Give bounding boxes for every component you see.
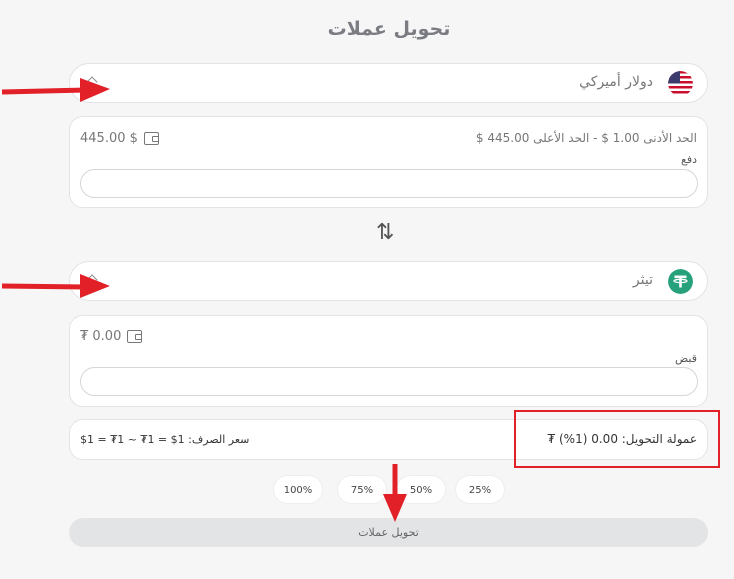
from-currency-label: دولار أميركي (579, 74, 653, 90)
to-currency-label: تيثر (632, 272, 653, 288)
pay-amount-input[interactable] (80, 169, 698, 198)
wallet-icon (127, 330, 143, 343)
percent-25-button[interactable]: 25% (455, 475, 505, 504)
to-field-label: قبض (674, 352, 697, 365)
us-flag-icon (668, 71, 693, 96)
highlight-box (514, 410, 720, 468)
from-limits: الحد الأدنى 1.00 $ - الحد الأعلى 445.00 … (475, 131, 697, 145)
tether-icon (668, 269, 693, 294)
from-balance: 445.00 $ (80, 131, 159, 146)
from-field-label: دفع (680, 153, 697, 166)
from-currency-select[interactable]: دولار أميركي (69, 63, 708, 103)
annotation-arrow-icon (1, 274, 110, 298)
to-amount-panel: ₮ 0.00 قبض (69, 315, 708, 407)
annotation-arrow-icon (383, 464, 407, 522)
from-amount-panel: 445.00 $ الحد الأدنى 1.00 $ - الحد الأعل… (69, 116, 708, 208)
exchange-rate: سعر الصرف: 1$ = 1₮ ~ 1₮ = 1$ (80, 433, 250, 446)
annotation-arrow-icon (1, 78, 110, 102)
wallet-icon (143, 132, 159, 145)
receive-amount-input[interactable] (80, 367, 698, 396)
page-title: تحويل عملات (327, 18, 451, 40)
percent-100-button[interactable]: 100% (273, 475, 323, 504)
to-balance: ₮ 0.00 (80, 329, 143, 344)
swap-icon[interactable]: ⇅ (376, 220, 394, 245)
to-currency-select[interactable]: تيثر (69, 261, 708, 301)
